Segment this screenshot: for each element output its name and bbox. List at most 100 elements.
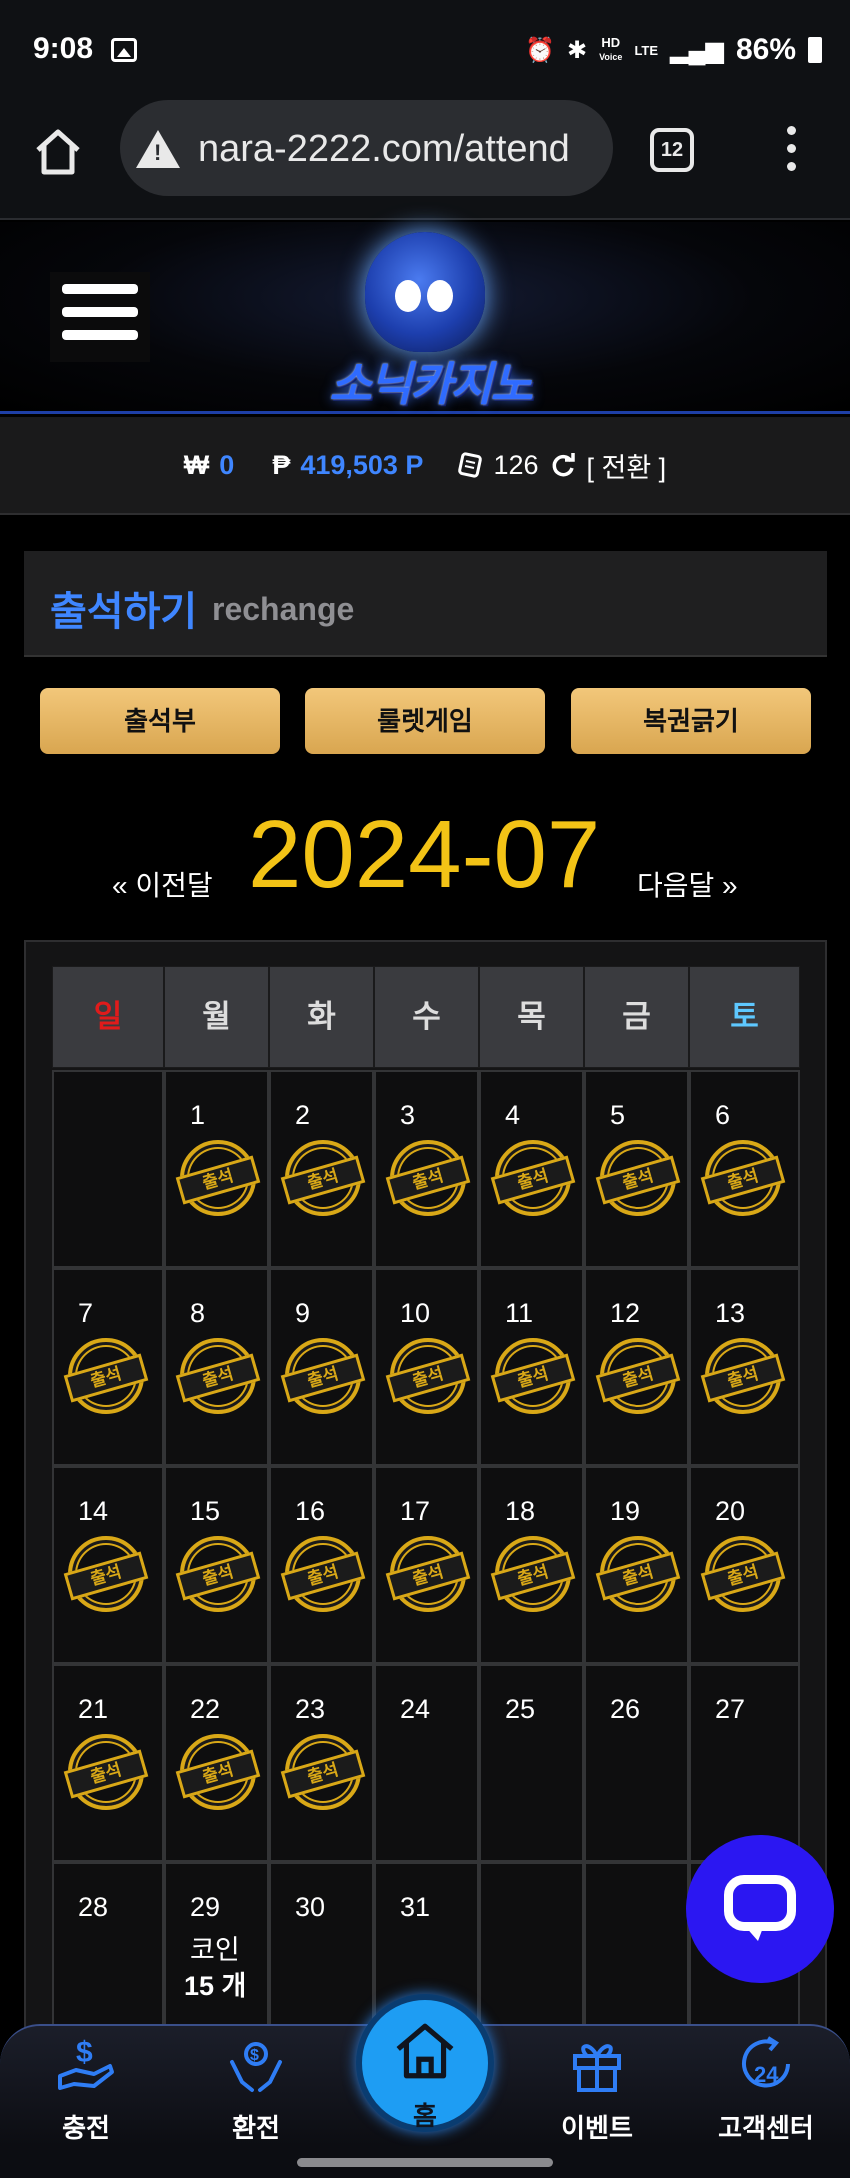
attendance-stamp-icon: 출석 (490, 1536, 576, 1612)
nav-deposit[interactable]: $ 충전 (26, 2026, 146, 2148)
attendance-stamp-icon: 출석 (595, 1140, 681, 1216)
attendance-stamp-icon: 출석 (175, 1734, 261, 1810)
svg-text:$: $ (76, 2036, 93, 2069)
page-title-box: 출석하기 rechange (24, 551, 827, 657)
stamp-label: 출석 (595, 1155, 681, 1205)
stamp-label: 출석 (700, 1551, 786, 1601)
nav-home-button[interactable]: 홈 (356, 1994, 494, 2132)
day-number: 3 (400, 1100, 416, 1130)
stamp-label: 출석 (280, 1155, 366, 1205)
tab-attendance[interactable]: 출석부 (40, 688, 280, 754)
weekday-header: 금 (584, 966, 689, 1068)
day-number: 31 (400, 1892, 431, 1922)
tab-switcher-button[interactable]: 12 (650, 128, 694, 172)
tab-roulette[interactable]: 룰렛게임 (305, 688, 545, 754)
status-time: 9:08 (33, 32, 94, 65)
day-number: 7 (78, 1298, 94, 1328)
stamp-label: 출석 (385, 1353, 471, 1403)
browser-toolbar: ! nara-2222.com/attend 12 (0, 96, 850, 220)
site-logo[interactable]: 소닉카지노 (310, 230, 550, 410)
stamp-label: 출석 (63, 1353, 149, 1403)
calendar-day-cell: 12 출석 (584, 1268, 689, 1466)
day-number: 24 (400, 1694, 431, 1724)
gesture-bar (0, 2146, 850, 2178)
prev-month-link[interactable]: « 이전달 (112, 864, 213, 904)
address-bar[interactable]: ! nara-2222.com/attend (120, 100, 613, 196)
day-number: 17 (400, 1496, 431, 1526)
calendar-day-cell: 10 출석 (374, 1268, 479, 1466)
weekday-header: 목 (479, 966, 584, 1068)
gesture-handle[interactable] (297, 2158, 553, 2167)
weekday-header: 화 (269, 966, 374, 1068)
not-secure-warning-icon[interactable]: ! (136, 130, 180, 168)
live-chat-button[interactable] (686, 1835, 834, 1983)
calendar-day-cell: 19 출석 (584, 1466, 689, 1664)
calendar-day-cell: 23 출석 (269, 1664, 374, 1862)
attendance-stamp-icon: 출석 (280, 1536, 366, 1612)
status-bar: 9:08 ⏰ ✱ HD Voice LTE ▂▄▆ 86% (0, 0, 850, 96)
calendar-day-cell: 7 출석 (52, 1268, 164, 1466)
bluetooth-icon: ✱ (566, 36, 588, 64)
day-number: 30 (295, 1892, 326, 1922)
day-number: 5 (610, 1100, 626, 1130)
attendance-stamp-icon: 출석 (385, 1536, 471, 1612)
stamp-label: 출석 (280, 1353, 366, 1403)
day-number: 6 (715, 1100, 731, 1130)
sonic-mascot-image (365, 232, 485, 352)
day-number: 8 (190, 1298, 206, 1328)
nav-support[interactable]: 24 고객센터 (706, 2026, 826, 2148)
day-number: 18 (505, 1496, 536, 1526)
refresh-icon[interactable] (549, 451, 577, 479)
point-balance: 419,503 P (300, 449, 424, 480)
attendance-stamp-icon: 출석 (595, 1338, 681, 1414)
browser-home-icon[interactable] (32, 126, 84, 178)
attendance-stamp-icon: 출석 (280, 1734, 366, 1810)
day-number: 4 (505, 1100, 521, 1130)
nav-withdraw[interactable]: $ 환전 (196, 2026, 316, 2148)
alarm-icon: ⏰ (525, 36, 555, 64)
hamburger-menu-icon[interactable] (50, 272, 150, 362)
attendance-stamp-icon: 출석 (175, 1338, 261, 1414)
exchange-hand-icon: $ (230, 2042, 282, 2092)
deposit-hand-icon: $ (58, 2036, 114, 2090)
stamp-label: 출석 (175, 1749, 261, 1799)
nav-deposit-label: 충전 (62, 2113, 110, 2143)
day-number: 2 (295, 1100, 311, 1130)
attendance-stamp-icon: 출석 (700, 1140, 786, 1216)
day-number: 15 (190, 1496, 221, 1526)
nav-home-label: 홈 (413, 2101, 437, 2131)
calendar-day-cell: 20 출석 (689, 1466, 800, 1664)
attendance-stamp-icon: 출석 (595, 1536, 681, 1612)
calendar-day-cell: 26 (584, 1664, 689, 1862)
nav-event-label: 이벤트 (561, 2113, 633, 2143)
calendar-day-cell: 8 출석 (164, 1268, 269, 1466)
nav-withdraw-label: 환전 (232, 2113, 280, 2143)
coin-reward-count: 15 개 (184, 1971, 247, 2001)
coin-reward-label: 코인 (190, 1935, 240, 1965)
home-icon (396, 2023, 454, 2079)
url-text[interactable]: nara-2222.com/attend (198, 128, 570, 171)
calendar-day-cell: 15 출석 (164, 1466, 269, 1664)
attendance-stamp-icon: 출석 (700, 1536, 786, 1612)
stamp-label: 출석 (175, 1551, 261, 1601)
attendance-calendar: 일 월 화 수 목 금 토 1 출석 2 출석 3 출석 4 출석 5 출석 6 출석 7 출석 8 출석 9 출석 10 출석 11… (24, 940, 827, 2178)
nav-event[interactable]: 이벤트 (537, 2026, 657, 2148)
stamp-label: 출석 (700, 1155, 786, 1205)
stamp-label: 출석 (490, 1551, 576, 1601)
tab-lottery[interactable]: 복권긁기 (571, 688, 811, 754)
day-number: 9 (295, 1298, 311, 1328)
next-month-link[interactable]: 다음달 » (637, 864, 738, 904)
browser-menu-icon[interactable] (783, 126, 799, 176)
attendance-stamp-icon: 출석 (175, 1536, 261, 1612)
day-number: 1 (190, 1100, 206, 1130)
calendar-day-cell: 13 출석 (689, 1268, 800, 1466)
stamp-label: 출석 (280, 1551, 366, 1601)
stamp-label: 출석 (490, 1353, 576, 1403)
attendance-stamp-icon: 출석 (385, 1338, 471, 1414)
stamp-label: 출석 (175, 1155, 261, 1205)
attendance-stamp-icon: 출석 (280, 1338, 366, 1414)
signal-icon: ▂▄▆ (670, 36, 724, 64)
stamp-label: 출석 (280, 1749, 366, 1799)
switch-button[interactable]: [ 전환 ] (587, 446, 667, 485)
attendance-stamp-icon: 출석 (63, 1734, 149, 1810)
